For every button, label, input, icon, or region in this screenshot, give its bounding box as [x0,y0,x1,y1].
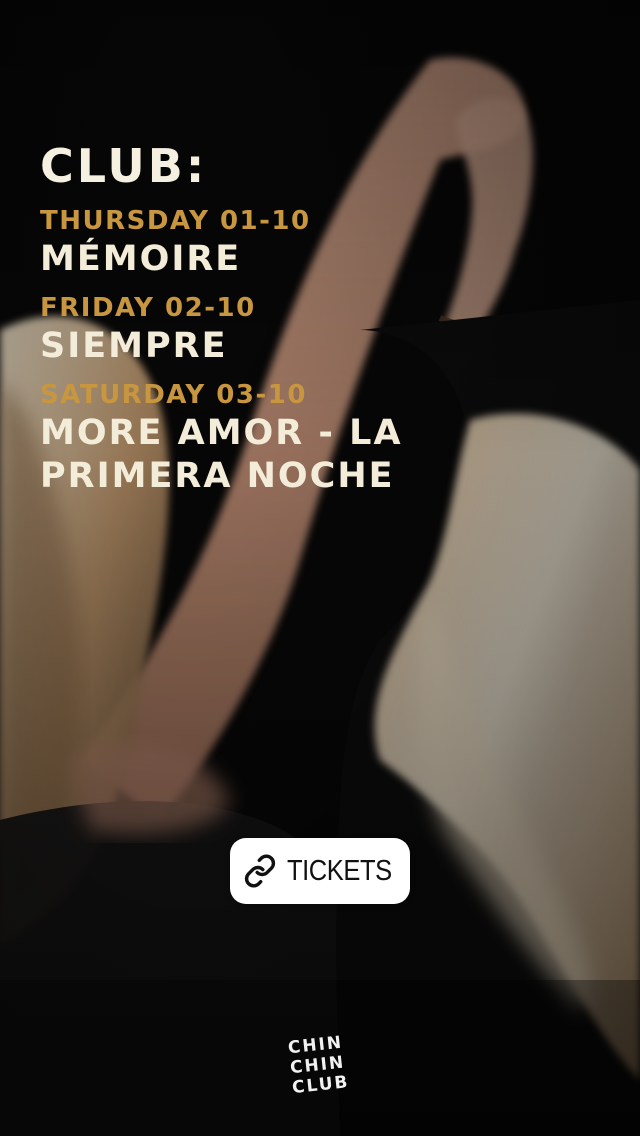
event-date: SATURDAY 03-10 [40,380,307,410]
story-canvas: CLUB: THURSDAY 01-10 MÉMOIRE FRIDAY 02-1… [0,0,640,1136]
event-title: MORE AMOR - LA PRIMERA NOCHE [40,413,403,496]
lineup-heading: CLUB: [40,139,208,193]
event-title: MÉMOIRE [40,239,242,279]
event-friday: FRIDAY 02-10 SIEMPRE [40,291,600,368]
link-icon [244,854,276,888]
chin-chin-club-logo: CHIN CHIN CLUB [287,1032,355,1098]
event-date: FRIDAY 02-10 [40,293,256,323]
event-title: SIEMPRE [40,326,228,366]
event-thursday: THURSDAY 01-10 MÉMOIRE [40,204,600,281]
event-saturday: SATURDAY 03-10 MORE AMOR - LA PRIMERA NO… [40,378,600,498]
tickets-label: TICKETS [287,854,392,887]
lineup-block: CLUB: THURSDAY 01-10 MÉMOIRE FRIDAY 02-1… [40,138,600,498]
event-date: THURSDAY 01-10 [40,206,311,236]
tickets-link-sticker[interactable]: TICKETS [230,838,410,904]
